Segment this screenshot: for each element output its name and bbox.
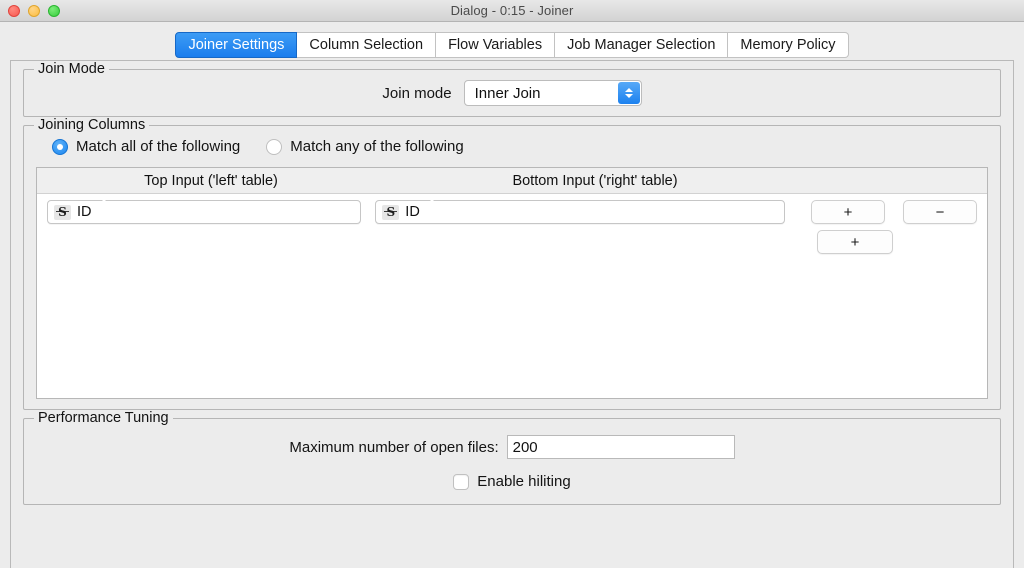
chevron-updown-icon[interactable] xyxy=(91,198,112,222)
add-new-join-row-button[interactable]: + xyxy=(817,230,893,254)
dialog-window: Dialog - 0:15 - Joiner Joiner Settings C… xyxy=(0,0,1024,568)
tab-job-manager-selection[interactable]: Job Manager Selection xyxy=(555,32,729,58)
window-title: Dialog - 0:15 - Joiner xyxy=(450,3,574,18)
match-mode-radio-group: Match all of the following Match any of … xyxy=(36,138,988,155)
tab-bar: Joiner Settings Column Selection Flow Va… xyxy=(0,22,1024,58)
tab-flow-variables[interactable]: Flow Variables xyxy=(436,32,556,58)
string-type-icon: S xyxy=(382,204,400,220)
join-mode-label: Join mode xyxy=(382,84,452,102)
tab-label: Joiner Settings xyxy=(188,37,285,53)
join-mode-value: Inner Join xyxy=(474,84,541,102)
title-bar: Dialog - 0:15 - Joiner xyxy=(0,0,1024,22)
max-open-files-label: Maximum number of open files: xyxy=(289,438,499,456)
column-header-left: Top Input ('left' table) xyxy=(144,172,278,189)
joining-columns-header-row: Top Input ('left' table) Bottom Input ('… xyxy=(37,168,987,194)
chevron-updown-icon[interactable] xyxy=(617,82,640,104)
tab-label: Column Selection xyxy=(309,37,424,53)
performance-tuning-group: Performance Tuning Maximum number of ope… xyxy=(23,410,1001,505)
joining-columns-group: Joining Columns Match all of the followi… xyxy=(23,117,1001,410)
dialog-body: Joiner Settings Column Selection Flow Va… xyxy=(0,22,1024,568)
radio-match-all[interactable]: Match all of the following xyxy=(52,138,240,155)
string-type-icon: S xyxy=(54,204,71,220)
radio-unselected-icon[interactable] xyxy=(266,138,283,155)
tab-label: Job Manager Selection xyxy=(567,37,716,53)
tab-label: Memory Policy xyxy=(740,37,836,53)
window-controls xyxy=(8,0,60,22)
minus-icon: − xyxy=(935,203,945,221)
max-open-files-input[interactable] xyxy=(506,435,735,459)
plus-icon: + xyxy=(850,233,860,251)
left-column-select[interactable]: S ID xyxy=(47,198,362,224)
performance-tuning-group-title: Performance Tuning xyxy=(34,410,173,426)
join-mode-select[interactable]: Inner Join xyxy=(463,80,642,106)
tab-label: Flow Variables xyxy=(448,37,543,53)
plus-icon: + xyxy=(843,203,853,221)
radio-match-any[interactable]: Match any of the following xyxy=(266,138,464,155)
minimize-window-button[interactable] xyxy=(28,5,40,17)
tab-memory-policy[interactable]: Memory Policy xyxy=(728,32,849,58)
tab-joiner-settings[interactable]: Joiner Settings xyxy=(175,32,298,58)
add-row-area: + xyxy=(47,230,977,254)
join-mode-group-title: Join Mode xyxy=(34,61,109,77)
add-join-column-button[interactable]: + xyxy=(810,200,885,224)
joining-columns-rows: S ID S ID + − + xyxy=(37,194,987,254)
radio-match-any-label: Match any of the following xyxy=(290,138,464,155)
left-column-value: ID xyxy=(77,204,92,220)
max-open-files-row: Maximum number of open files: xyxy=(36,435,988,459)
table-row: S ID S ID + − xyxy=(47,198,977,224)
right-column-value: ID xyxy=(405,204,420,220)
column-header-right: Bottom Input ('right' table) xyxy=(512,172,678,189)
close-window-button[interactable] xyxy=(8,5,20,17)
tab-content-panel: Join Mode Join mode Inner Join Joining C… xyxy=(10,60,1014,568)
radio-selected-icon[interactable] xyxy=(52,138,68,155)
remove-join-column-button[interactable]: − xyxy=(902,200,977,224)
enable-hiliting-row: Enable hiliting xyxy=(36,473,988,490)
chevron-updown-icon[interactable] xyxy=(419,198,440,222)
enable-hiliting-label: Enable hiliting xyxy=(477,473,571,490)
join-mode-row: Join mode Inner Join xyxy=(36,80,988,106)
maximize-window-button[interactable] xyxy=(48,5,60,17)
joining-columns-group-title: Joining Columns xyxy=(34,117,150,133)
tab-column-selection[interactable]: Column Selection xyxy=(297,32,437,58)
enable-hiliting-checkbox[interactable] xyxy=(453,473,470,490)
radio-match-all-label: Match all of the following xyxy=(76,138,241,155)
joining-columns-list-panel: Top Input ('left' table) Bottom Input ('… xyxy=(36,167,988,399)
join-mode-group: Join Mode Join mode Inner Join xyxy=(23,61,1001,117)
right-column-select[interactable]: S ID xyxy=(375,198,785,224)
